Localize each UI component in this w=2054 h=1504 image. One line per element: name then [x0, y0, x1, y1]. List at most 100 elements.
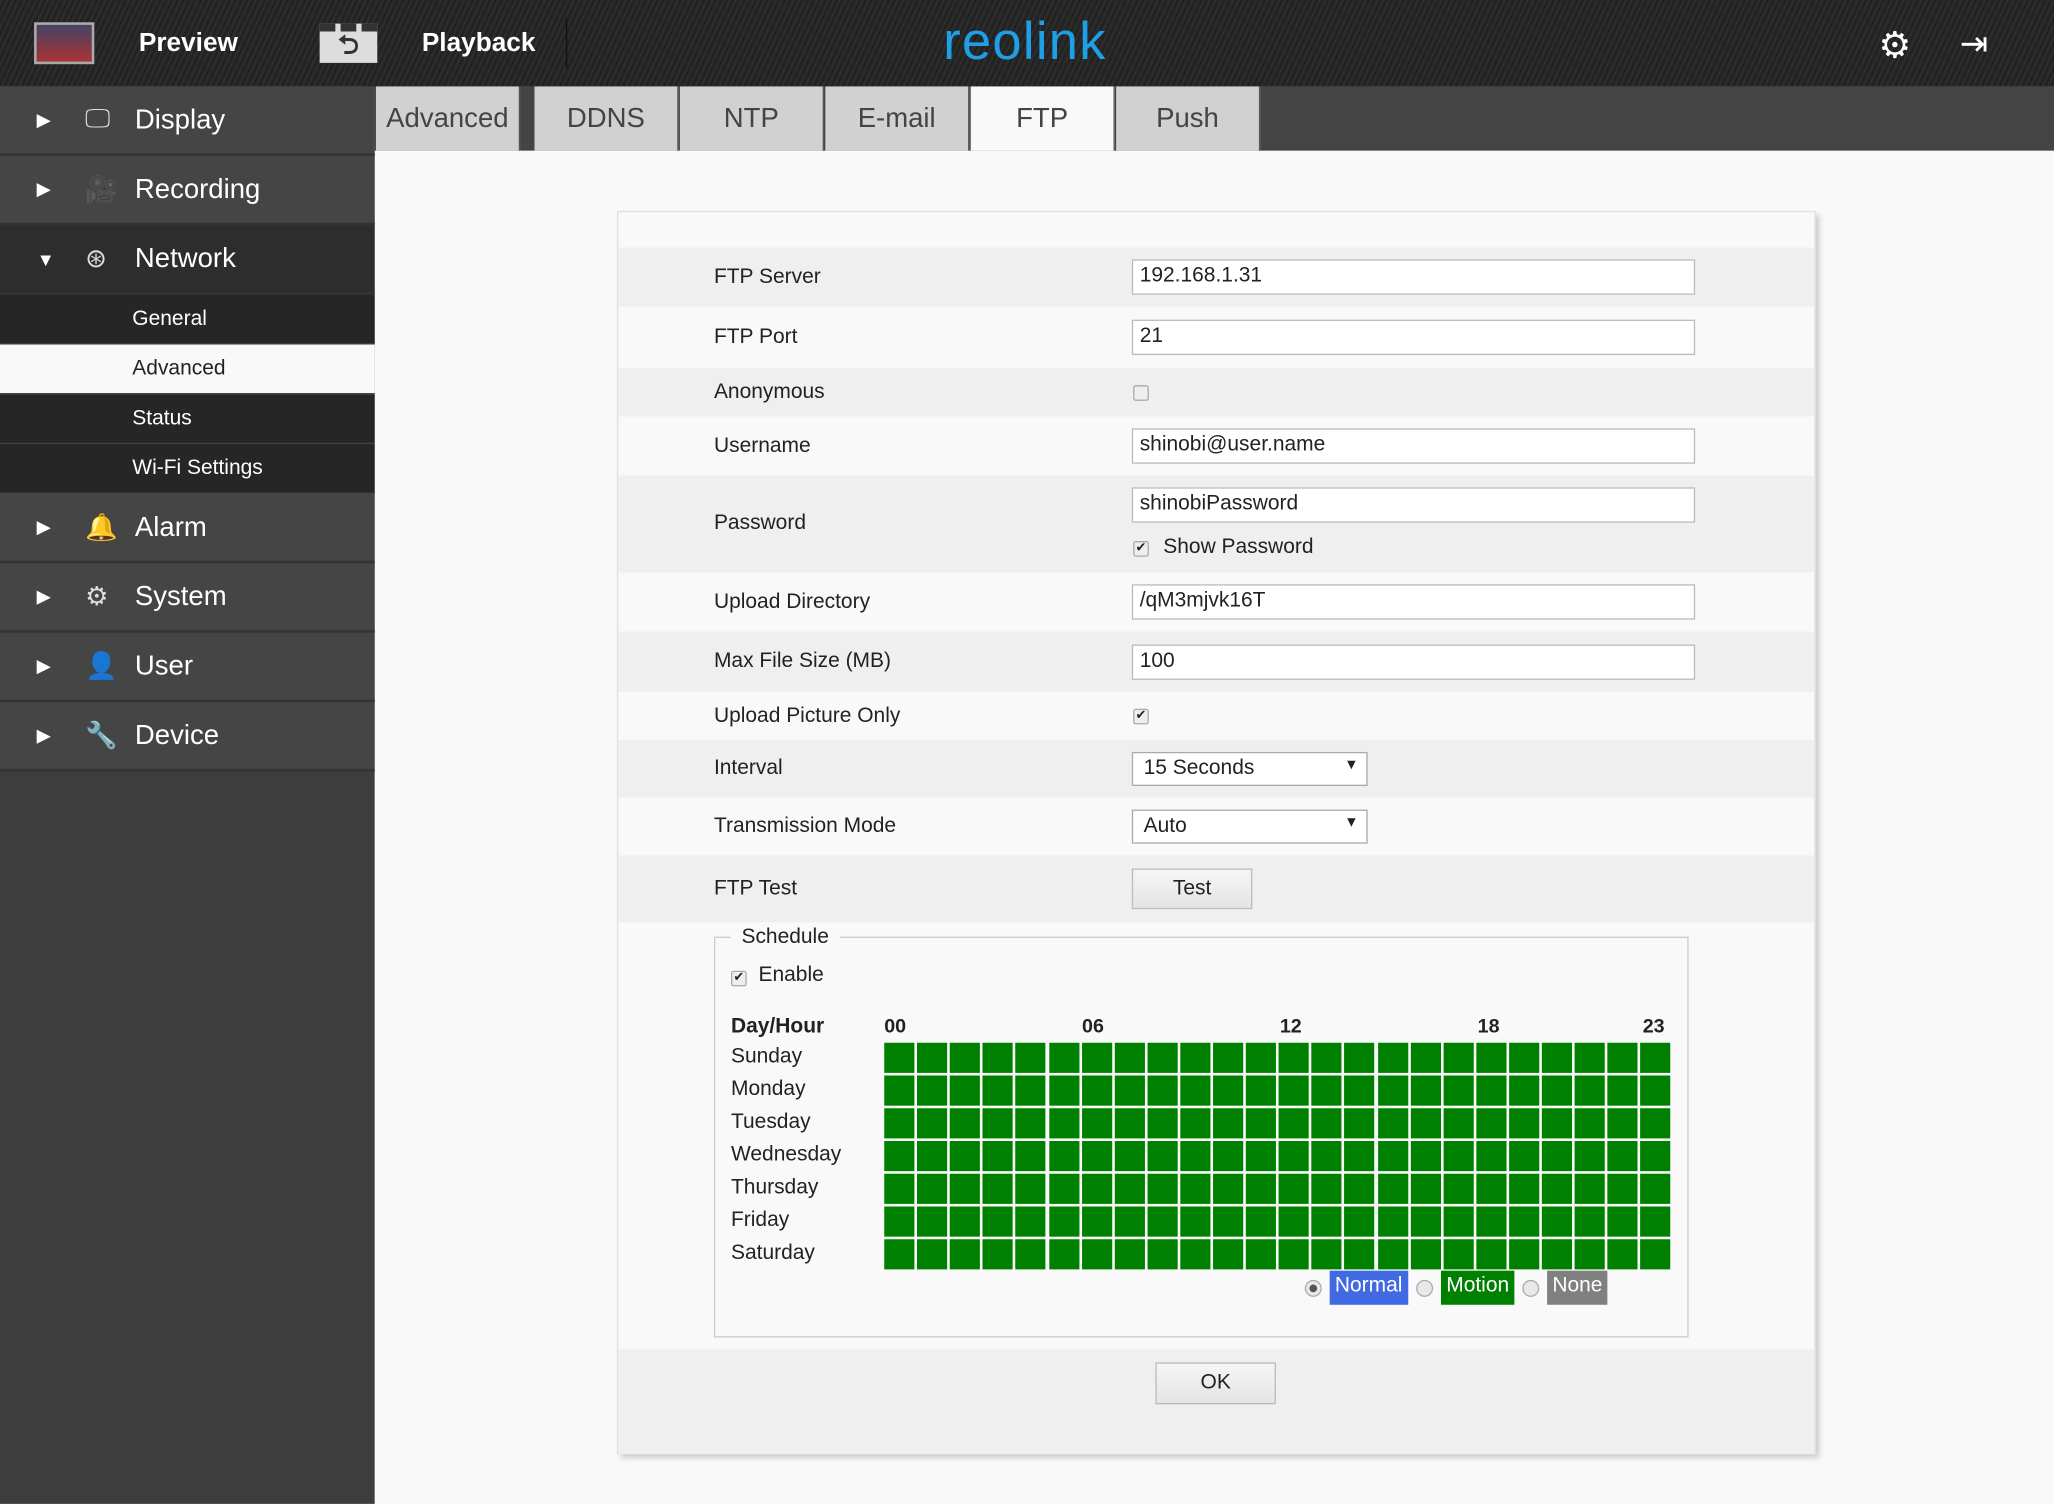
schedule-cell[interactable] [1640, 1075, 1671, 1106]
schedule-cell[interactable] [949, 1206, 981, 1237]
schedule-cell[interactable] [1377, 1108, 1408, 1139]
schedule-cell[interactable] [1607, 1042, 1638, 1073]
motion-mode-label[interactable]: Motion [1440, 1270, 1515, 1305]
schedule-cell[interactable] [1508, 1108, 1540, 1139]
schedule-cell[interactable] [1114, 1075, 1145, 1106]
enable-checkbox[interactable]: ✔ [730, 970, 747, 987]
sidebar-sub-status[interactable]: Status [0, 394, 375, 445]
schedule-cell[interactable] [1147, 1042, 1178, 1073]
tab-advanced[interactable]: Advanced [375, 86, 521, 151]
schedule-cell[interactable] [1245, 1075, 1277, 1106]
normal-radio[interactable] [1304, 1279, 1322, 1297]
schedule-cell[interactable] [982, 1173, 1014, 1204]
schedule-cell[interactable] [982, 1206, 1014, 1237]
schedule-cell[interactable] [1344, 1042, 1375, 1073]
schedule-cell[interactable] [1213, 1141, 1244, 1172]
schedule-cell[interactable] [1476, 1042, 1507, 1073]
sidebar-item-system[interactable]: ▶ ⚙ System [0, 563, 375, 633]
schedule-cell[interactable] [1377, 1042, 1408, 1073]
schedule-cell[interactable] [917, 1042, 948, 1073]
sidebar-item-display[interactable]: ▶ 🖵 Display [0, 86, 375, 156]
schedule-cell[interactable] [1048, 1141, 1079, 1172]
schedule-cell[interactable] [1574, 1141, 1605, 1172]
schedule-cell[interactable] [1377, 1173, 1408, 1204]
none-mode-label[interactable]: None [1547, 1270, 1608, 1305]
schedule-cell[interactable] [1180, 1239, 1211, 1270]
schedule-cell[interactable] [1508, 1075, 1540, 1106]
schedule-cell[interactable] [884, 1206, 915, 1237]
show-password-checkbox[interactable]: ✔ [1133, 541, 1149, 557]
schedule-cell[interactable] [1015, 1075, 1046, 1106]
schedule-cell[interactable] [1476, 1141, 1507, 1172]
tab-ntp[interactable]: NTP [679, 86, 824, 151]
tab-email[interactable]: E-mail [825, 86, 970, 151]
schedule-cell[interactable] [1278, 1042, 1309, 1073]
schedule-cell[interactable] [982, 1239, 1014, 1270]
schedule-cell[interactable] [1508, 1239, 1540, 1270]
schedule-cell[interactable] [1015, 1141, 1046, 1172]
schedule-cell[interactable] [1147, 1075, 1178, 1106]
schedule-cell[interactable] [1443, 1206, 1474, 1237]
sidebar-item-network[interactable]: ▼ ⊛ Network [0, 225, 375, 295]
schedule-cell[interactable] [1147, 1206, 1178, 1237]
schedule-cell[interactable] [1081, 1173, 1112, 1204]
schedule-cell[interactable] [1048, 1239, 1079, 1270]
playback-nav[interactable]: ⮌ Playback [319, 0, 535, 86]
schedule-cell[interactable] [1476, 1075, 1507, 1106]
schedule-cell[interactable] [1410, 1239, 1441, 1270]
schedule-cell[interactable] [1081, 1108, 1112, 1139]
schedule-cell[interactable] [1377, 1239, 1408, 1270]
schedule-cell[interactable] [949, 1239, 981, 1270]
schedule-cell[interactable] [1015, 1173, 1046, 1204]
schedule-cell[interactable] [1344, 1206, 1375, 1237]
schedule-cell[interactable] [1245, 1173, 1277, 1204]
tab-ddns[interactable]: DDNS [534, 86, 679, 151]
schedule-cell[interactable] [1213, 1206, 1244, 1237]
schedule-cell[interactable] [1015, 1108, 1046, 1139]
schedule-cell[interactable] [1311, 1239, 1342, 1270]
sidebar-item-device[interactable]: ▶ 🔧 Device [0, 702, 375, 772]
sidebar-sub-general[interactable]: General [0, 294, 375, 345]
schedule-cell[interactable] [1114, 1141, 1145, 1172]
schedule-cell[interactable] [1278, 1206, 1309, 1237]
schedule-cell[interactable] [1443, 1239, 1474, 1270]
schedule-cell[interactable] [1114, 1108, 1145, 1139]
schedule-cell[interactable] [1410, 1075, 1441, 1106]
schedule-cell[interactable] [1541, 1239, 1572, 1270]
schedule-cell[interactable] [917, 1141, 948, 1172]
logout-icon[interactable]: ⇥ [1960, 24, 1989, 65]
schedule-cell[interactable] [1278, 1108, 1309, 1139]
schedule-cell[interactable] [1015, 1206, 1046, 1237]
schedule-cell[interactable] [1410, 1206, 1441, 1237]
schedule-cell[interactable] [1180, 1141, 1211, 1172]
schedule-cell[interactable] [1574, 1173, 1605, 1204]
schedule-cell[interactable] [1213, 1108, 1244, 1139]
schedule-cell[interactable] [1213, 1075, 1244, 1106]
schedule-cell[interactable] [1147, 1239, 1178, 1270]
schedule-cell[interactable] [1574, 1108, 1605, 1139]
schedule-cell[interactable] [1081, 1239, 1112, 1270]
schedule-cell[interactable] [1640, 1042, 1671, 1073]
interval-select[interactable]: 15 Seconds ▼ [1131, 751, 1368, 786]
schedule-cell[interactable] [1048, 1206, 1079, 1237]
ftp-port-input[interactable]: 21 [1131, 319, 1696, 356]
schedule-cell[interactable] [1377, 1141, 1408, 1172]
schedule-cell[interactable] [1344, 1141, 1375, 1172]
schedule-cell[interactable] [917, 1239, 948, 1270]
transmission-mode-select[interactable]: Auto ▼ [1131, 809, 1368, 844]
motion-radio[interactable] [1416, 1279, 1434, 1297]
schedule-cell[interactable] [917, 1108, 948, 1139]
schedule-cell[interactable] [1607, 1141, 1638, 1172]
schedule-cell[interactable] [1443, 1173, 1474, 1204]
schedule-cell[interactable] [1410, 1108, 1441, 1139]
schedule-cell[interactable] [1278, 1075, 1309, 1106]
schedule-cell[interactable] [1377, 1075, 1408, 1106]
schedule-cell[interactable] [1048, 1173, 1079, 1204]
schedule-cell[interactable] [1508, 1141, 1540, 1172]
schedule-cell[interactable] [1180, 1108, 1211, 1139]
schedule-cell[interactable] [1541, 1042, 1572, 1073]
schedule-cell[interactable] [1574, 1239, 1605, 1270]
schedule-cell[interactable] [884, 1108, 915, 1139]
schedule-cell[interactable] [1245, 1108, 1277, 1139]
tab-ftp[interactable]: FTP [970, 86, 1115, 151]
